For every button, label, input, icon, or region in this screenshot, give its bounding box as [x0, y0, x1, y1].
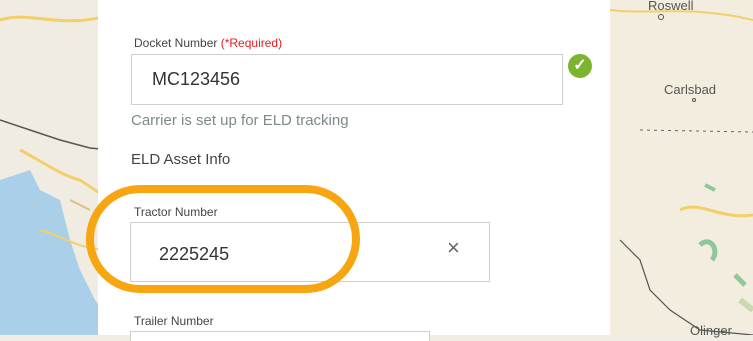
eld-asset-info-heading: ELD Asset Info	[131, 151, 231, 168]
map-city-dot	[658, 14, 664, 20]
clear-icon[interactable]: ×	[447, 237, 460, 259]
highlight-annotation	[86, 185, 360, 293]
check-circle-icon: ✓	[568, 54, 592, 78]
docket-number-value: MC123456	[152, 69, 241, 89]
docket-number-label: Docket Number (*Required)	[134, 36, 283, 50]
map-label-olinger: Olinger	[690, 323, 732, 338]
trailer-number-label: Trailer Number	[134, 314, 214, 328]
required-marker: (*Required)	[220, 36, 283, 50]
docket-number-input[interactable]: MC123456	[131, 54, 563, 105]
map-label-roswell: Roswell	[648, 0, 694, 13]
map-label-carlsbad: Carlsbad	[664, 82, 717, 97]
trailer-number-input[interactable]	[130, 331, 430, 341]
eld-status-text: Carrier is set up for ELD tracking	[131, 112, 349, 129]
map-city-dot	[692, 98, 696, 102]
